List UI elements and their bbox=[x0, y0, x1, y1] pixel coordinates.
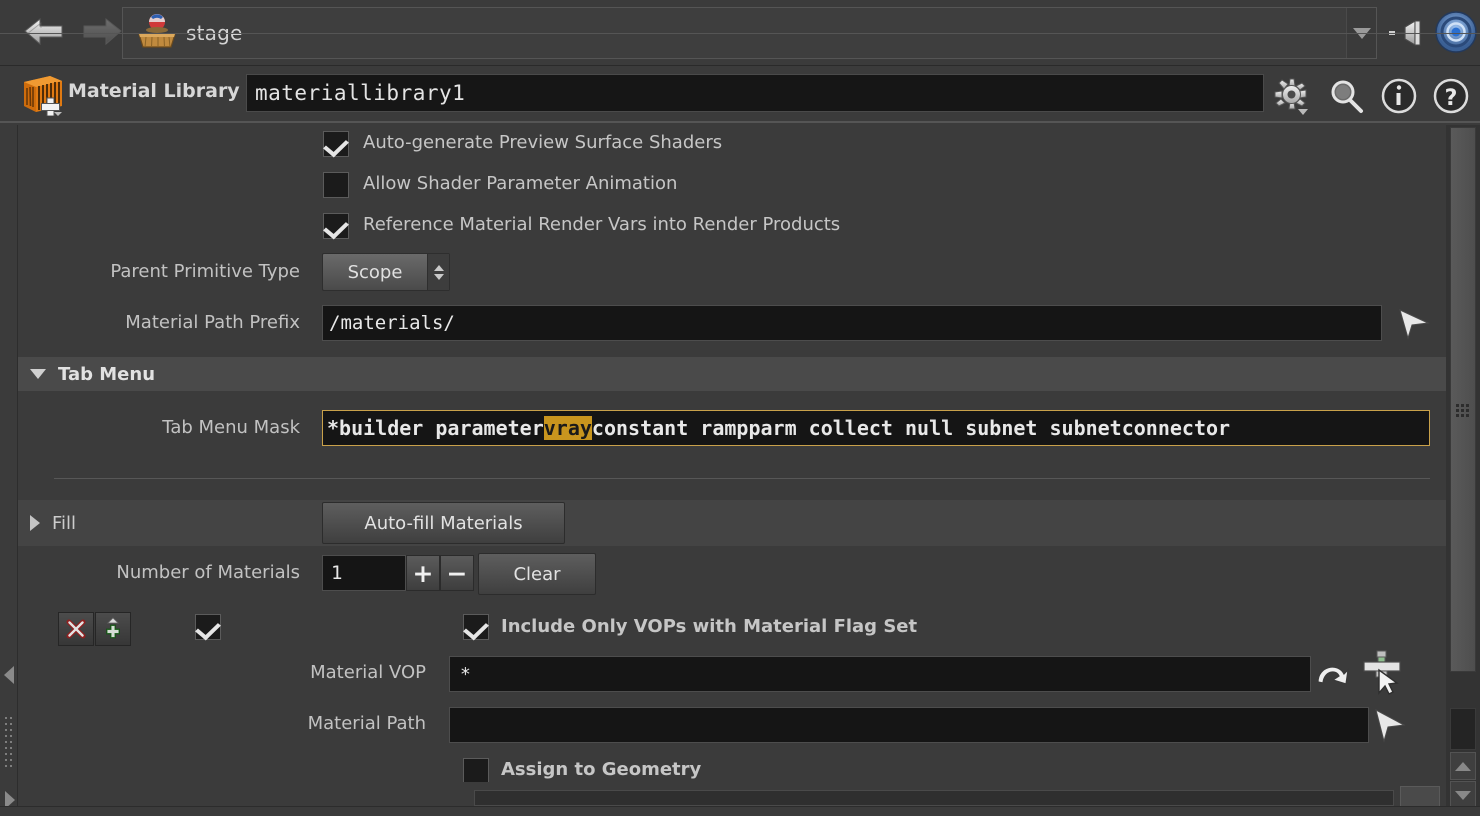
allow-shader-animation-checkbox[interactable] bbox=[323, 172, 349, 198]
scroll-grip-icon bbox=[1456, 404, 1470, 420]
fill-section-title: Fill bbox=[52, 512, 77, 534]
collapse-left-arrow-icon[interactable] bbox=[4, 666, 14, 684]
tab-menu-mask-prefix: *builder parameter bbox=[327, 416, 544, 440]
auto-fill-materials-button[interactable]: Auto-fill Materials bbox=[322, 502, 565, 544]
parent-primitive-type-value: Scope bbox=[347, 261, 403, 283]
assign-to-geometry-checkbox[interactable] bbox=[463, 758, 489, 784]
auto-fill-materials-label: Auto-fill Materials bbox=[364, 512, 523, 534]
clear-label: Clear bbox=[513, 563, 561, 585]
bottom-divider bbox=[0, 33, 1480, 34]
assign-to-geometry-label: Assign to Geometry bbox=[501, 759, 702, 780]
section-divider bbox=[54, 478, 1430, 479]
minus-icon: − bbox=[446, 558, 468, 588]
caret-right-icon bbox=[30, 515, 40, 531]
bottom-strip bbox=[0, 806, 1480, 816]
auto-generate-preview-label: Auto-generate Preview Surface Shaders bbox=[363, 132, 723, 153]
material-vop-label: Material VOP bbox=[310, 662, 426, 683]
bottom-slider-track[interactable] bbox=[474, 790, 1394, 806]
number-of-materials-value: 1 bbox=[331, 562, 343, 584]
scroll-up-icon[interactable] bbox=[1450, 752, 1476, 780]
parent-primitive-type-combo[interactable]: Scope bbox=[322, 253, 450, 291]
number-of-materials-input[interactable]: 1 bbox=[322, 555, 406, 591]
node-type-label: Material Library bbox=[68, 80, 240, 102]
insert-multiparm-icon[interactable] bbox=[95, 612, 131, 646]
material-path-prefix-value: /materials/ bbox=[329, 312, 455, 334]
tab-menu-mask-highlight: vray bbox=[543, 416, 592, 440]
fill-enable-toggle[interactable] bbox=[195, 614, 221, 640]
left-gutter bbox=[0, 125, 18, 816]
scroll-down-icon[interactable] bbox=[1450, 781, 1476, 809]
scrollbar-thumb[interactable] bbox=[1450, 127, 1476, 672]
parent-primitive-type-label: Parent Primitive Type bbox=[110, 261, 300, 282]
node-picker-icon[interactable] bbox=[1358, 649, 1406, 701]
target-icon[interactable] bbox=[1434, 10, 1478, 54]
node-header-bar: Material Library materiallibrary1 ? bbox=[0, 66, 1480, 123]
reference-render-vars-label: Reference Material Render Vars into Rend… bbox=[363, 214, 841, 235]
houdini-parameter-editor: stage Material Library materiallibrary1 … bbox=[0, 0, 1480, 816]
gear-icon[interactable] bbox=[1272, 76, 1312, 116]
combo-arrows-icon bbox=[427, 254, 449, 290]
decrement-materials-button[interactable]: − bbox=[440, 555, 474, 591]
increment-materials-button[interactable]: + bbox=[406, 555, 440, 591]
node-name-value: materiallibrary1 bbox=[255, 81, 466, 105]
clear-materials-button[interactable]: Clear bbox=[478, 553, 596, 595]
material-library-node-icon bbox=[20, 72, 74, 117]
help-icon[interactable]: ? bbox=[1431, 76, 1471, 116]
search-icon[interactable] bbox=[1326, 76, 1366, 116]
material-path-prefix-input[interactable]: /materials/ bbox=[322, 305, 1382, 341]
include-only-vops-checkbox[interactable] bbox=[463, 614, 489, 640]
caret-down-icon bbox=[30, 369, 46, 379]
material-path-prefix-label: Material Path Prefix bbox=[125, 312, 300, 333]
tab-menu-mask-suffix: constant rampparm collect null subnet su… bbox=[591, 416, 1231, 440]
tab-menu-section-title: Tab Menu bbox=[58, 363, 156, 385]
auto-generate-preview-checkbox[interactable] bbox=[323, 131, 349, 157]
tab-menu-mask-label: Tab Menu Mask bbox=[162, 417, 300, 438]
material-vop-value: * bbox=[460, 663, 471, 685]
node-name-input[interactable]: materiallibrary1 bbox=[246, 74, 1264, 112]
material-vop-input[interactable]: * bbox=[449, 656, 1311, 692]
op-chooser-arrow-icon[interactable] bbox=[1394, 307, 1436, 345]
delete-multiparm-icon[interactable] bbox=[58, 612, 94, 646]
gutter-grip-icon[interactable] bbox=[5, 717, 14, 773]
plus-icon: + bbox=[412, 558, 434, 588]
tab-menu-section-header[interactable]: Tab Menu bbox=[18, 357, 1446, 391]
material-path-label: Material Path bbox=[307, 713, 426, 734]
parameter-pane: Auto-generate Preview Surface Shaders Al… bbox=[18, 125, 1446, 808]
reload-icon[interactable] bbox=[1312, 658, 1352, 698]
scrollbar-track-bottom[interactable] bbox=[1450, 708, 1476, 750]
bottom-field[interactable] bbox=[1400, 786, 1440, 808]
tab-menu-mask-input[interactable]: *builder parameter vray constant ramppar… bbox=[322, 410, 1430, 446]
info-icon[interactable] bbox=[1379, 76, 1419, 116]
number-of-materials-label: Number of Materials bbox=[116, 562, 300, 583]
fill-section-header[interactable]: Fill bbox=[18, 500, 1446, 546]
include-only-vops-label: Include Only VOPs with Material Flag Set bbox=[501, 616, 918, 637]
svg-text:?: ? bbox=[1445, 86, 1458, 111]
vertical-scrollbar[interactable] bbox=[1446, 125, 1480, 809]
reference-render-vars-checkbox[interactable] bbox=[323, 213, 349, 239]
material-path-input[interactable] bbox=[449, 707, 1369, 743]
path-picker-arrow-icon[interactable] bbox=[1370, 707, 1412, 749]
allow-shader-animation-label: Allow Shader Parameter Animation bbox=[363, 173, 678, 194]
